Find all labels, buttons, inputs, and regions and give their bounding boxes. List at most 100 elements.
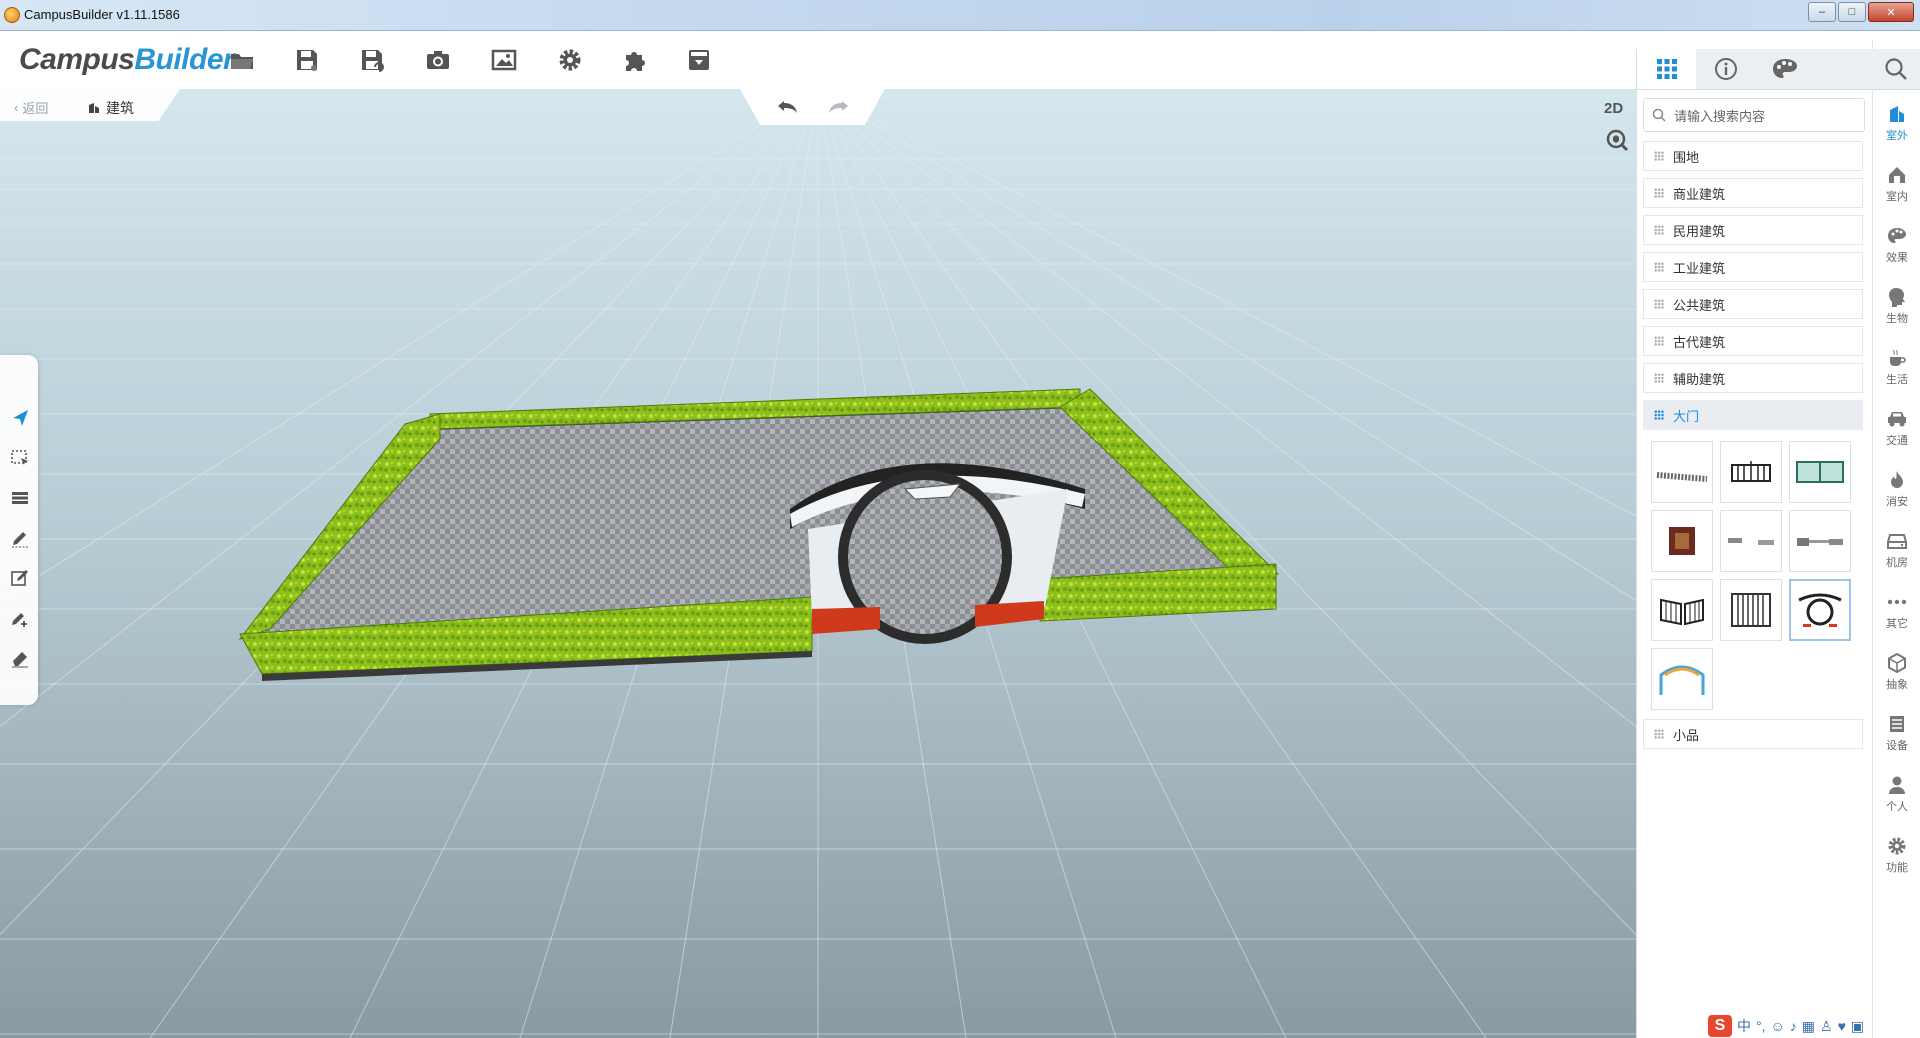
model-search: [1643, 98, 1865, 132]
thumbnail-arch-gate[interactable]: [1651, 648, 1713, 710]
drag-handle-icon: [1654, 299, 1664, 309]
add-point-tool[interactable]: [7, 605, 33, 631]
thumbnail-barrier-gate-long[interactable]: [1789, 510, 1851, 572]
3d-viewport[interactable]: [0, 89, 1636, 1038]
category-industrial[interactable]: 工业建筑: [1643, 252, 1863, 282]
tab-appearance[interactable]: [1755, 49, 1814, 89]
undo-icon[interactable]: [776, 97, 800, 117]
thumbnail-barrier-gate[interactable]: [1720, 510, 1782, 572]
box-select-tool[interactable]: [7, 445, 33, 471]
tab-info[interactable]: [1696, 49, 1755, 89]
sidebar-item-functions[interactable]: 功能: [1873, 826, 1920, 884]
device-icon: [1886, 713, 1908, 735]
category-label: 公共建筑: [1673, 297, 1726, 313]
save-button[interactable]: [292, 45, 322, 75]
moon-gate-icon: [1798, 593, 1842, 627]
sidebar-label: 消安: [1886, 496, 1908, 508]
skin-icon[interactable]: ♥: [1838, 1018, 1846, 1034]
redo-icon[interactable]: [826, 97, 850, 117]
maximize-button[interactable]: □: [1838, 2, 1866, 22]
sidebar-label: 室内: [1886, 191, 1908, 203]
plugin-button[interactable]: [620, 45, 650, 75]
close-button[interactable]: ✕: [1868, 2, 1914, 22]
search-input[interactable]: [1672, 104, 1862, 128]
building-icon: [1886, 103, 1908, 125]
fence-gate-icon: [1731, 593, 1771, 627]
category-gate[interactable]: 大门: [1643, 400, 1863, 430]
keyboard-icon[interactable]: ▦: [1802, 1018, 1815, 1035]
emoji-icon[interactable]: ☺: [1771, 1018, 1785, 1034]
sidebar-item-fire-safety[interactable]: 消安: [1873, 460, 1920, 518]
category-enclosure[interactable]: 围地: [1643, 141, 1863, 171]
thumbnail-moon-gate[interactable]: [1789, 579, 1851, 641]
open-folder-button[interactable]: [227, 45, 257, 75]
category-label: 小品: [1673, 727, 1700, 743]
edit-area-tool[interactable]: [7, 565, 33, 591]
category-ancient[interactable]: 古代建筑: [1643, 326, 1863, 356]
global-search-button[interactable]: [1872, 49, 1920, 90]
view-3d-toggle-icon[interactable]: [1605, 128, 1629, 152]
thumbnail-iron-gate-dark[interactable]: [1720, 441, 1782, 503]
barrier-gate-long-icon: [1797, 538, 1843, 546]
sidebar-item-effects[interactable]: 效果: [1873, 216, 1920, 274]
moon-gate: [790, 463, 1085, 644]
sidebar-item-indoor[interactable]: 室内: [1873, 155, 1920, 213]
wooden-gate-icon: [1669, 527, 1695, 555]
sidebar-item-server-room[interactable]: 机房: [1873, 521, 1920, 579]
export-button[interactable]: [684, 45, 714, 75]
microphone-icon[interactable]: ♪: [1790, 1018, 1797, 1034]
category-label: 民用建筑: [1673, 223, 1726, 239]
view-2d-toggle[interactable]: 2D: [1604, 100, 1623, 117]
category-commercial[interactable]: 商业建筑: [1643, 178, 1863, 208]
puzzle-icon: [626, 52, 645, 71]
car-icon: [1886, 408, 1908, 430]
settings-button[interactable]: [555, 45, 585, 75]
sidebar-item-other[interactable]: 其它: [1873, 582, 1920, 640]
sidebar-item-life[interactable]: 生活: [1873, 338, 1920, 396]
pen-icon: [12, 532, 28, 548]
iron-gate-icon: [1731, 461, 1771, 482]
main-toolbar: CampusBuilder: [0, 31, 1920, 90]
drag-handle-icon: [1654, 151, 1664, 161]
sidebar-item-outdoor[interactable]: 室外: [1873, 94, 1920, 152]
back-link[interactable]: ‹ 返回: [14, 98, 48, 117]
user-icon[interactable]: ♙: [1820, 1018, 1833, 1035]
category-public[interactable]: 公共建筑: [1643, 289, 1863, 319]
select-tool[interactable]: [7, 405, 33, 431]
eraser-tool[interactable]: [7, 645, 33, 671]
sidebar-item-personal[interactable]: 个人: [1873, 765, 1920, 823]
category-residential[interactable]: 民用建筑: [1643, 215, 1863, 245]
thumbnail-retractable-gate[interactable]: [1651, 441, 1713, 503]
save-as-button[interactable]: [357, 45, 387, 75]
arch-gate-icon: [1659, 665, 1705, 695]
thumbnail-glass-gate[interactable]: [1789, 441, 1851, 503]
user-icon: [1886, 774, 1908, 796]
sidebar-label: 室外: [1886, 130, 1908, 142]
thumbnail-wooden-gate[interactable]: [1651, 510, 1713, 572]
screenshot-button[interactable]: [423, 45, 453, 75]
sidebar-item-traffic[interactable]: 交通: [1873, 399, 1920, 457]
tab-library[interactable]: [1637, 49, 1696, 89]
gear-icon: [559, 49, 581, 71]
minimize-button[interactable]: –: [1808, 2, 1836, 22]
save-icon: [297, 50, 317, 71]
sidebar-item-devices[interactable]: 设备: [1873, 704, 1920, 762]
coffee-icon: [1886, 347, 1908, 369]
info-icon: [1714, 58, 1737, 80]
sidebar-item-abstract[interactable]: 抽象: [1873, 643, 1920, 701]
punctuation-icon[interactable]: °,: [1756, 1018, 1766, 1034]
category-label: 工业建筑: [1673, 260, 1726, 276]
category-auxiliary[interactable]: 辅助建筑: [1643, 363, 1863, 393]
ime-mode[interactable]: 中: [1737, 1016, 1751, 1036]
grid-icon[interactable]: ▣: [1851, 1018, 1864, 1035]
draw-tool[interactable]: [7, 525, 33, 551]
ime-logo[interactable]: S: [1708, 1015, 1732, 1037]
sidebar-label: 功能: [1886, 862, 1908, 874]
image-button[interactable]: [489, 45, 519, 75]
drag-handle-icon: [1654, 336, 1664, 346]
category-sketch[interactable]: 小品: [1643, 719, 1863, 749]
thumbnail-fence-gate[interactable]: [1720, 579, 1782, 641]
sidebar-item-creatures[interactable]: 生物: [1873, 277, 1920, 335]
wall-tool[interactable]: [7, 485, 33, 511]
thumbnail-sliding-gate[interactable]: [1651, 579, 1713, 641]
